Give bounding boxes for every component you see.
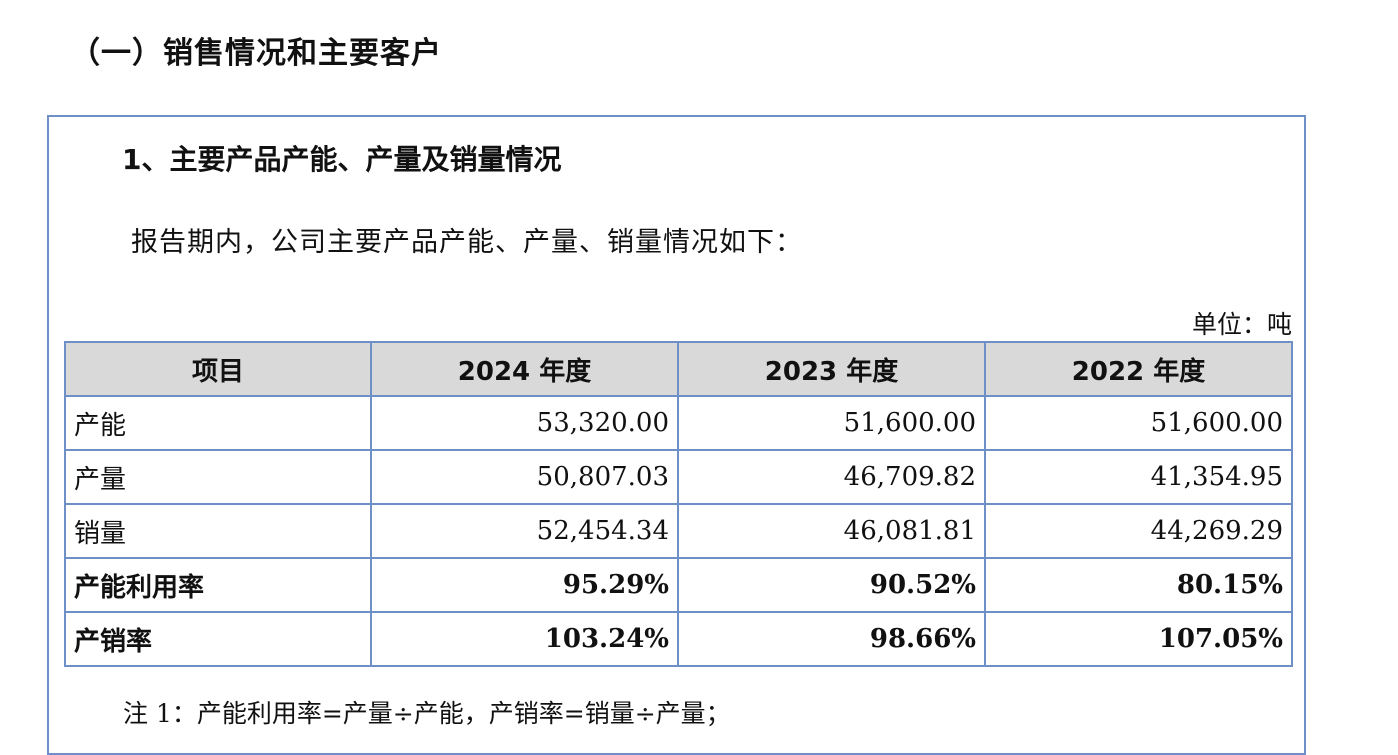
cell-value: 44,269.29 [984,503,1293,559]
table-header-row: 项目 2024 年度 2023 年度 2022 年度 [64,341,1293,397]
cell-value: 46,081.81 [677,503,986,559]
cell-value: 52,454.34 [370,503,679,559]
unit-label: 单位：吨 [1191,310,1292,339]
row-label: 产能 [64,395,372,451]
cell-value: 51,600.00 [677,395,986,451]
table-row: 产量 50,807.03 46,709.82 41,354.95 [64,449,1293,505]
header-2022: 2022 年度 [984,341,1293,397]
header-item: 项目 [64,341,372,397]
table-row: 销量 52,454.34 46,081.81 44,269.29 [64,503,1293,559]
section-heading: （一）销售情况和主要客户 [70,36,442,71]
cell-value: 50,807.03 [370,449,679,505]
cell-value: 51,600.00 [984,395,1293,451]
header-2023: 2023 年度 [677,341,986,397]
row-label: 产量 [64,449,372,505]
table-row: 产能 53,320.00 51,600.00 51,600.00 [64,395,1293,451]
cell-value: 90.52% [677,557,986,613]
cell-value: 98.66% [677,611,986,667]
cell-value: 107.05% [984,611,1293,667]
table-row: 产销率 103.24% 98.66% 107.05% [64,611,1293,667]
capacity-table: 项目 2024 年度 2023 年度 2022 年度 产能 53,320.00 … [64,341,1293,667]
cell-value: 80.15% [984,557,1293,613]
row-label: 产能利用率 [64,557,372,613]
row-label: 销量 [64,503,372,559]
sub-heading: 1、主要产品产能、产量及销量情况 [122,143,562,176]
header-2024: 2024 年度 [370,341,679,397]
footnote: 注 1：产能利用率=产量÷产能，产销率=销量÷产量； [123,699,731,728]
cell-value: 95.29% [370,557,679,613]
table-row: 产能利用率 95.29% 90.52% 80.15% [64,557,1293,613]
intro-text: 报告期内，公司主要产品产能、产量、销量情况如下： [131,227,803,258]
row-label: 产销率 [64,611,372,667]
cell-value: 53,320.00 [370,395,679,451]
cell-value: 46,709.82 [677,449,986,505]
cell-value: 103.24% [370,611,679,667]
cell-value: 41,354.95 [984,449,1293,505]
